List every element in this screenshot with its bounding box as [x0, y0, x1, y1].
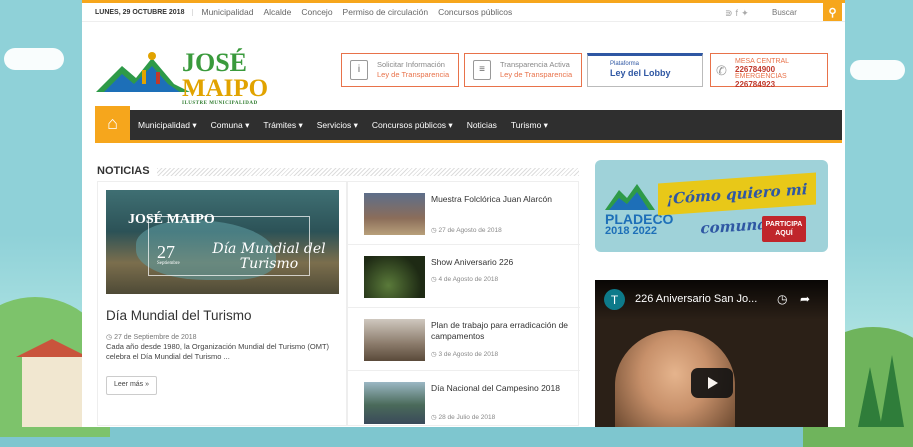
featured-image[interactable]: JOSÉ MAIPO 27 Septiembre Día Mundial del … — [106, 190, 339, 294]
mountain-icon — [605, 184, 655, 210]
news-thumbnail[interactable] — [364, 256, 425, 298]
news-thumbnail[interactable] — [364, 193, 425, 235]
clock-icon[interactable]: ◷ — [777, 292, 787, 306]
ley-lobby-button[interactable]: Plataforma Ley del Lobby — [587, 53, 703, 87]
rss-icon[interactable]: ⋑ — [725, 8, 736, 18]
social-icons: ⋑f✦ — [725, 8, 752, 19]
header: JOSÉ MAIPO ILUSTRE MUNICIPALIDAD i Solic… — [82, 26, 845, 110]
news-title[interactable]: Show Aniversario 226 — [431, 257, 571, 268]
news-list: Muestra Folclórica Juan Alarcón ◷ 27 de … — [347, 181, 580, 426]
search-icon[interactable]: ⚲ — [823, 3, 842, 21]
phone-icon: ✆ — [716, 63, 727, 78]
news-date-text: 3 de Agosto de 2018 — [438, 351, 499, 358]
cloud — [4, 48, 64, 70]
box-line1: Transparencia Activa — [500, 59, 570, 69]
twitter-icon[interactable]: ✦ — [741, 8, 752, 18]
main-nav: ⌂ Municipalidad ▾ Comuna ▾ Trámites ▾ Se… — [95, 105, 842, 143]
pladeco-slogan: ¡Cómo quiero mi comuna! — [658, 172, 816, 238]
section-divider — [157, 168, 579, 176]
featured-date: ◷ 27 de Septiembre de 2018 — [106, 334, 197, 341]
news-thumbnail[interactable] — [364, 382, 425, 424]
nav-servicios[interactable]: Servicios ▾ — [317, 120, 358, 131]
news-title[interactable]: Día Nacional del Campesino 2018 — [431, 383, 571, 394]
box-line2: Ley de Transparencia — [377, 70, 450, 79]
news-date-text: 28 de Julio de 2018 — [438, 414, 496, 421]
image-day-number: 27 — [157, 242, 175, 262]
info-icon: i — [350, 60, 368, 80]
logo-line2: MAIPO — [182, 75, 269, 102]
image-event: Día Mundial del Turismo — [212, 241, 326, 272]
lobby-label: Plataforma — [610, 61, 640, 67]
image-logo: JOSÉ MAIPO — [128, 212, 215, 227]
nav-concursos[interactable]: Concursos públicos ▾ — [372, 120, 453, 131]
solicitar-informacion-button[interactable]: i Solicitar Información Ley de Transparen… — [341, 53, 459, 87]
top-link-concejo[interactable]: Concejo — [301, 7, 332, 17]
logo-subtitle: ILUSTRE MUNICIPALIDAD — [182, 101, 258, 106]
top-link-alcalde[interactable]: Alcalde — [263, 7, 291, 17]
featured-article: JOSÉ MAIPO 27 Septiembre Día Mundial del … — [97, 181, 347, 426]
news-title[interactable]: Muestra Folclórica Juan Alarcón — [431, 194, 571, 205]
top-link-concursos[interactable]: Concursos públicos — [438, 7, 512, 17]
page-container: LUNES, 29 OCTUBRE 2018 Municipalidad Alc… — [82, 0, 845, 427]
tree-illustration — [880, 355, 904, 427]
video-title[interactable]: 226 Aniversario San Jo... — [635, 293, 757, 305]
news-item[interactable]: Show Aniversario 226 ◷ 4 de Agosto de 20… — [348, 245, 580, 308]
news-date: ◷ 3 de Agosto de 2018 — [431, 351, 499, 358]
top-link-municipalidad[interactable]: Municipalidad — [201, 7, 253, 17]
news-date-text: 4 de Agosto de 2018 — [438, 276, 499, 283]
section-title: NOTICIAS — [97, 165, 579, 177]
news-item[interactable]: Plan de trabajo para erradicación de cam… — [348, 308, 580, 371]
news-date: ◷ 4 de Agosto de 2018 — [431, 276, 499, 283]
featured-date-text: 27 de Septiembre de 2018 — [114, 334, 197, 341]
nav-comuna[interactable]: Comuna ▾ — [211, 120, 250, 131]
pladeco-brand: PLADECO 2018 2022 — [605, 212, 673, 237]
search-input[interactable] — [766, 4, 822, 20]
mesa-label: MESA CENTRAL — [735, 58, 789, 65]
news-date: ◷ 27 de Agosto de 2018 — [431, 227, 502, 234]
top-bar: LUNES, 29 OCTUBRE 2018 Municipalidad Alc… — [82, 0, 845, 22]
read-more-button[interactable]: Leer más » — [106, 376, 158, 395]
current-date: LUNES, 29 OCTUBRE 2018 — [95, 8, 194, 16]
document-icon: ≡ — [473, 60, 491, 80]
top-link-permiso[interactable]: Permiso de circulación — [343, 7, 429, 17]
featured-excerpt: Cada año desde 1980, la Organización Mun… — [106, 342, 330, 362]
share-icon[interactable]: ➦ — [800, 292, 810, 306]
section-title-text: NOTICIAS — [97, 165, 150, 177]
news-date: ◷ 28 de Julio de 2018 — [431, 414, 496, 421]
news-date-text: 27 de Agosto de 2018 — [438, 227, 502, 234]
play-icon[interactable] — [691, 368, 733, 398]
news-item[interactable]: Muestra Folclórica Juan Alarcón ◷ 27 de … — [348, 182, 580, 245]
box-line2: Ley de Transparencia — [500, 70, 573, 79]
emerg-label: EMERGENCIAS — [735, 73, 787, 80]
pladeco-banner[interactable]: PLADECO 2018 2022 ¡Cómo quiero mi comuna!… — [595, 160, 828, 252]
nav-municipalidad[interactable]: Municipalidad ▾ — [138, 120, 197, 131]
contact-box: ✆ MESA CENTRAL 226784900 EMERGENCIAS 226… — [710, 53, 828, 89]
house-illustration — [16, 339, 88, 427]
image-month: Septiembre — [157, 261, 180, 266]
image-day: 27 Septiembre — [157, 242, 180, 266]
transparencia-activa-button[interactable]: ≡ Transparencia Activa Ley de Transparenc… — [464, 53, 582, 87]
news-item[interactable]: Día Nacional del Campesino 2018 ◷ 28 de … — [348, 371, 580, 434]
nav-tramites[interactable]: Trámites ▾ — [263, 120, 302, 131]
pladeco-years: 2018 2022 — [605, 225, 657, 237]
tree-illustration — [858, 367, 882, 427]
video-player[interactable]: T 226 Aniversario San Jo... ◷ ➦ — [595, 280, 828, 427]
news-thumbnail[interactable] — [364, 319, 425, 361]
cloud — [850, 60, 905, 80]
logo-text: JOSÉ MAIPO ILUSTRE MUNICIPALIDAD — [182, 48, 269, 107]
participa-button[interactable]: PARTICIPA AQUÍ — [762, 216, 806, 242]
emerg-number: 226784923 — [735, 80, 776, 89]
channel-avatar[interactable]: T — [604, 289, 625, 310]
lobby-title: Ley del Lobby — [610, 68, 671, 78]
featured-title[interactable]: Día Mundial del Turismo — [106, 308, 252, 323]
nav-turismo[interactable]: Turismo ▾ — [511, 120, 548, 131]
logo-line1: JOSÉ — [182, 48, 248, 77]
news-title[interactable]: Plan de trabajo para erradicación de cam… — [431, 320, 571, 343]
home-icon[interactable]: ⌂ — [95, 105, 130, 142]
box-line1: Solicitar Información — [377, 59, 445, 69]
nav-noticias[interactable]: Noticias — [467, 120, 497, 130]
